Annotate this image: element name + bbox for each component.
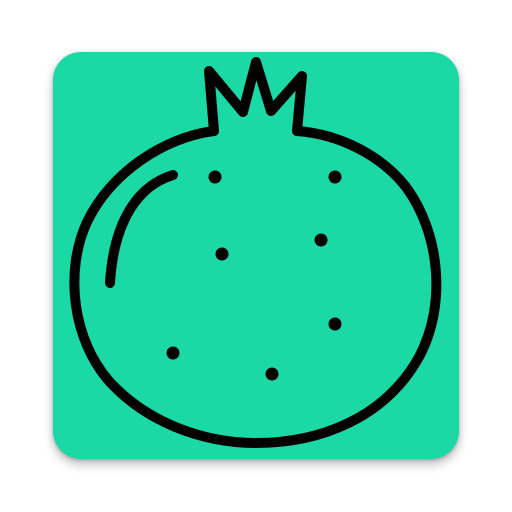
pomegranate-icon — [69, 57, 442, 448]
seed — [215, 247, 229, 261]
seed — [166, 346, 180, 360]
app-icon-canvas — [0, 0, 512, 512]
pomegranate-body — [69, 126, 442, 448]
seed — [328, 170, 342, 184]
pomegranate-crown — [204, 57, 307, 136]
pomegranate-seeds — [166, 170, 342, 381]
seed — [314, 233, 328, 247]
seed — [265, 367, 279, 381]
seed — [328, 317, 342, 331]
pomegranate-highlight — [105, 170, 178, 288]
seed — [208, 170, 222, 184]
